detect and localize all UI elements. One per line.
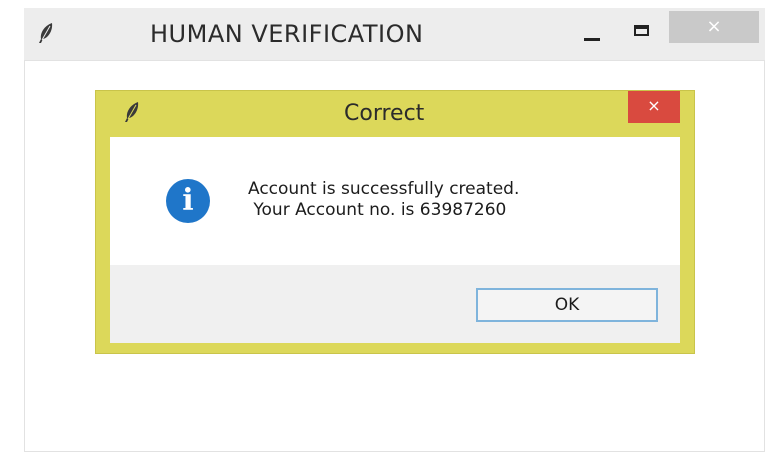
dialog-message-area: i Account is successfully created. Your … (110, 137, 680, 265)
message-dialog: Correct × i Account is successfully crea… (95, 90, 695, 354)
minimize-button[interactable] (572, 16, 612, 46)
dialog-message: Account is successfully created. Your Ac… (248, 179, 519, 221)
window-title: HUMAN VERIFICATION (150, 20, 424, 48)
message-line-2: Your Account no. is 63987260 (248, 200, 507, 220)
ok-button[interactable]: OK (476, 288, 658, 322)
info-icon: i (166, 179, 210, 223)
maximize-button[interactable] (622, 16, 662, 46)
feather-icon (39, 23, 53, 43)
window-titlebar[interactable]: HUMAN VERIFICATION × (24, 8, 765, 60)
dialog-close-button[interactable]: × (628, 91, 680, 123)
dialog-title: Correct (344, 101, 425, 126)
dialog-button-bar: OK (110, 265, 680, 343)
message-line-1: Account is successfully created. (248, 179, 520, 199)
feather-icon (125, 102, 139, 122)
window-close-button[interactable]: × (669, 11, 759, 43)
